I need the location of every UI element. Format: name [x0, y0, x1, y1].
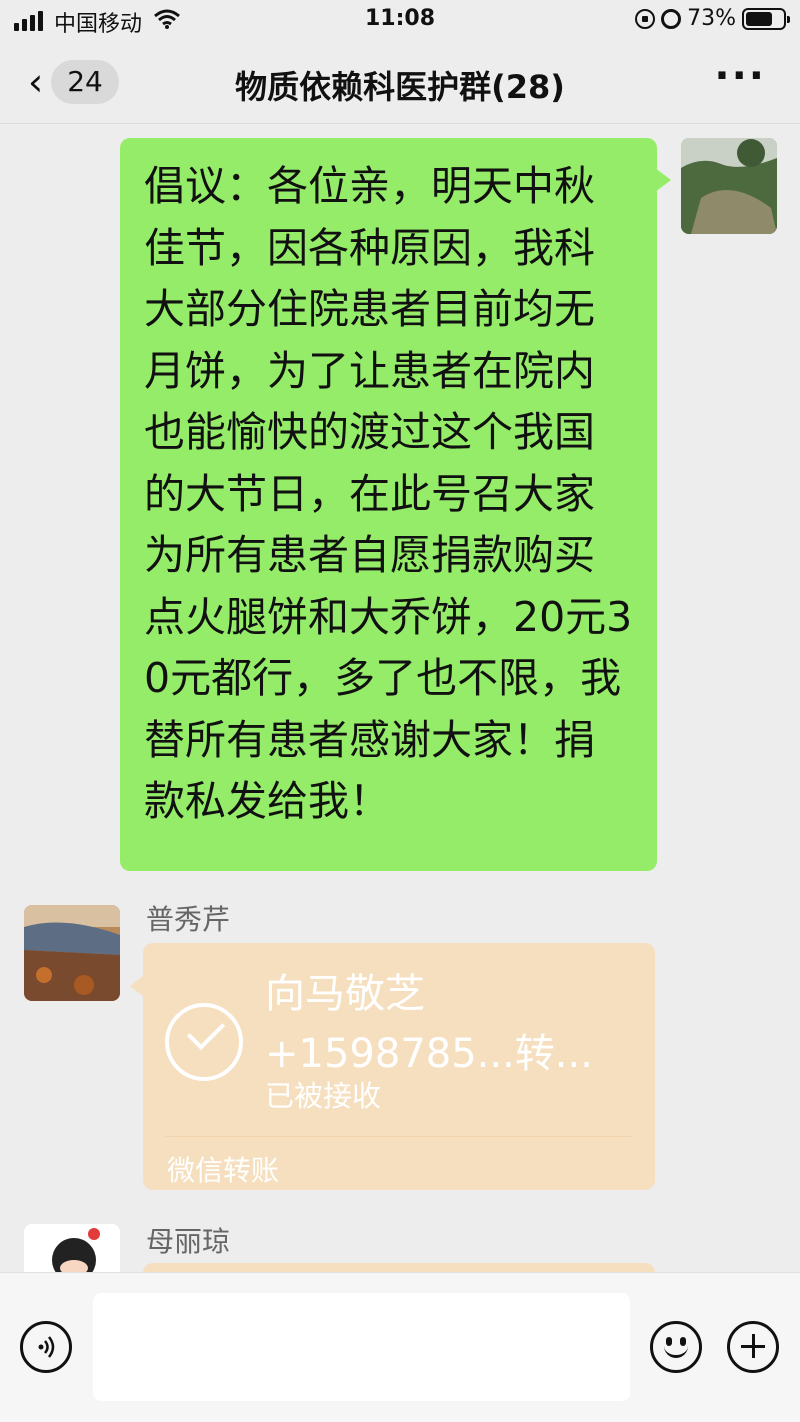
alarm-icon — [661, 8, 682, 29]
more-actions-button[interactable] — [727, 1321, 779, 1373]
emoji-button[interactable] — [650, 1321, 702, 1373]
transfer-recipient: 向马敬芝 — [265, 971, 425, 1017]
battery-icon — [742, 7, 790, 30]
check-circle-icon — [165, 1003, 243, 1081]
message-input[interactable] — [93, 1293, 630, 1401]
more-options-icon[interactable]: ··· — [714, 56, 766, 96]
transfer-phone: +1598785...转... — [265, 1031, 593, 1077]
transfer-status: 已被接收 — [265, 1079, 382, 1113]
outgoing-message-bubble[interactable]: 倡议：各位亲，明天中秋佳节，因各种原因，我科大部分住院患者目前均无月饼，为了让患… — [120, 138, 671, 871]
divider — [165, 1136, 633, 1137]
sender-name: 母丽琼 — [146, 1225, 231, 1258]
voice-icon — [38, 1336, 55, 1358]
input-bar — [0, 1272, 800, 1422]
status-bar: 中国移动 11:08 73% — [0, 0, 800, 40]
avatar[interactable] — [24, 1224, 120, 1272]
avatar[interactable] — [681, 138, 777, 234]
chat-title: 物质依赖科医护群(28) — [235, 68, 565, 106]
avatar[interactable] — [24, 905, 120, 1001]
transfer-card[interactable]: 向马敬芝 +1598785...转... 已被接收 微信转账 — [130, 943, 655, 1190]
voice-input-button[interactable] — [20, 1321, 72, 1373]
battery-percent: 73% — [687, 6, 736, 31]
sender-name: 普秀芹 — [146, 903, 231, 936]
transfer-label: 微信转账 — [167, 1154, 280, 1187]
orientation-lock-icon — [635, 8, 656, 29]
chat-header: ‹ 24 物质依赖科医护群(28) ··· — [0, 40, 800, 124]
